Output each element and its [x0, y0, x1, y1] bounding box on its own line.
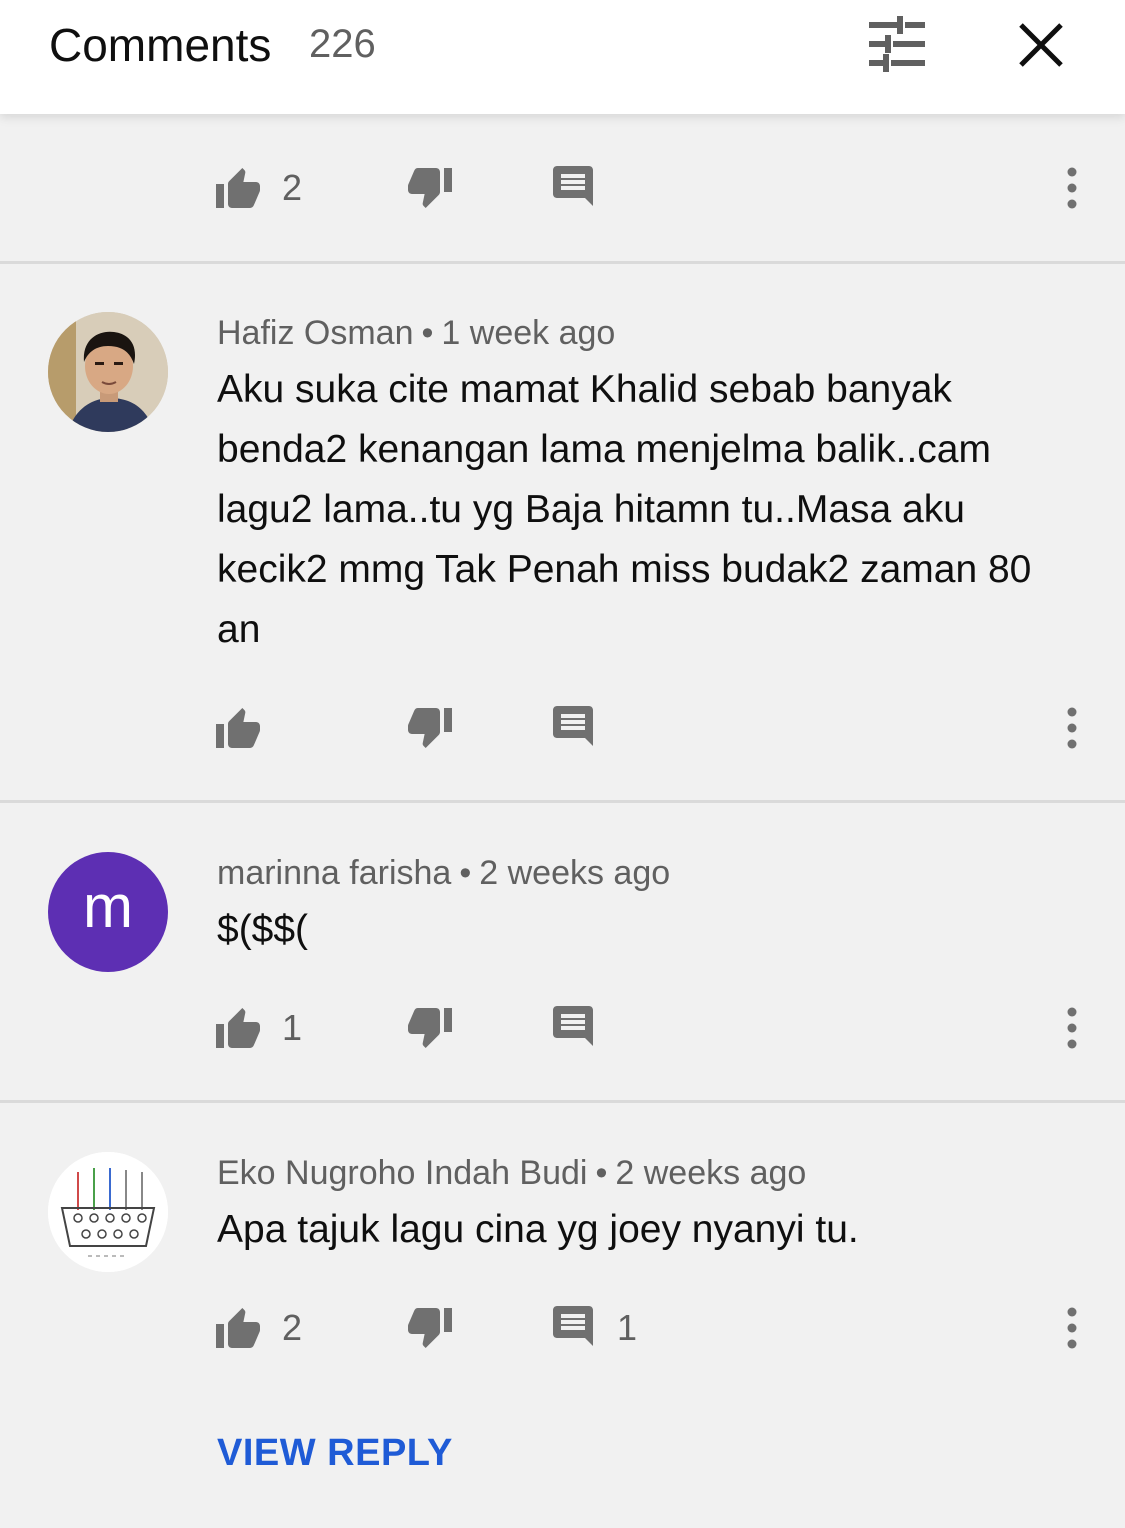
- comment-meta: Hafiz Osman • 1 week ago: [217, 314, 615, 353]
- comments-count: 226: [309, 22, 376, 66]
- dislike-button[interactable]: [406, 1298, 454, 1358]
- comment-actions: 1: [0, 998, 1125, 1058]
- like-button[interactable]: [214, 698, 282, 758]
- avatar[interactable]: [48, 1152, 168, 1272]
- more-vert-icon: [1067, 707, 1077, 749]
- more-options-button[interactable]: [1060, 698, 1084, 758]
- like-count: 1: [282, 1007, 303, 1048]
- separator-dot: •: [421, 314, 434, 352]
- comment-text: $($$(: [217, 908, 309, 951]
- thumbs-down-icon: [408, 1308, 452, 1348]
- reply-comment-icon: [553, 1006, 593, 1046]
- timestamp: 1 week ago: [441, 314, 616, 352]
- close-icon[interactable]: [1012, 18, 1070, 72]
- comments-header: Comments 226: [0, 0, 1125, 114]
- sort-filter-icon[interactable]: [865, 14, 929, 74]
- reply-comment-icon: [553, 706, 593, 746]
- thumbs-up-icon: [216, 1008, 260, 1048]
- dislike-button[interactable]: [406, 698, 454, 758]
- reply-button[interactable]: [553, 158, 597, 218]
- comment-actions: 2 1: [0, 1298, 1125, 1358]
- more-vert-icon: [1067, 1307, 1077, 1349]
- view-reply-link[interactable]: VIEW REPLY: [217, 1432, 453, 1475]
- comment-actions: 2: [0, 158, 1125, 218]
- thumbs-down-icon: [408, 708, 452, 748]
- thumbs-down-icon: [408, 1008, 452, 1048]
- reply-count: 1: [617, 1307, 638, 1348]
- comments-title: Comments: [49, 19, 272, 71]
- author-name[interactable]: marinna farisha: [217, 854, 451, 892]
- divider: [0, 800, 1125, 803]
- reply-comment-icon: [553, 1306, 593, 1346]
- separator-dot: •: [595, 1154, 608, 1192]
- like-count: 2: [282, 167, 303, 208]
- more-vert-icon: [1067, 167, 1077, 209]
- reply-button[interactable]: [553, 998, 617, 1058]
- thumbs-down-icon: [408, 168, 452, 208]
- avatar-letter: m: [83, 873, 133, 940]
- author-name[interactable]: Hafiz Osman: [217, 314, 414, 352]
- avatar[interactable]: [48, 312, 168, 432]
- reply-button[interactable]: [553, 698, 617, 758]
- reply-button[interactable]: 1: [553, 1298, 637, 1358]
- more-vert-icon: [1067, 1007, 1077, 1049]
- like-count: 2: [282, 1307, 303, 1348]
- more-options-button[interactable]: [1060, 1298, 1084, 1358]
- dislike-button[interactable]: [406, 998, 454, 1058]
- thumbs-up-icon: [216, 168, 260, 208]
- comment-meta: Eko Nugroho Indah Budi • 2 weeks ago: [217, 1154, 806, 1193]
- timestamp: 2 weeks ago: [615, 1154, 807, 1192]
- separator-dot: •: [459, 854, 472, 892]
- comment-actions: [0, 698, 1125, 758]
- like-button[interactable]: 2: [214, 158, 302, 218]
- comment-meta: marinna farisha • 2 weeks ago: [217, 854, 670, 893]
- thumbs-up-icon: [216, 708, 260, 748]
- user-photo-icon: [48, 312, 168, 432]
- more-options-button[interactable]: [1060, 998, 1084, 1058]
- comment-text: Apa tajuk lagu cina yg joey nyanyi tu.: [217, 1208, 859, 1251]
- more-options-button[interactable]: [1060, 158, 1084, 218]
- dislike-button[interactable]: [406, 158, 454, 218]
- divider: [0, 261, 1125, 264]
- like-button[interactable]: 2: [214, 1298, 302, 1358]
- reply-comment-icon: [553, 166, 593, 206]
- avatar[interactable]: m: [48, 852, 168, 972]
- comment-text: Aku suka cite mamat Khalid sebab banyak …: [217, 368, 1032, 651]
- like-button[interactable]: 1: [214, 998, 302, 1058]
- timestamp: 2 weeks ago: [479, 854, 671, 892]
- divider: [0, 1100, 1125, 1103]
- author-name[interactable]: Eko Nugroho Indah Budi: [217, 1154, 587, 1192]
- connector-diagram-icon: [48, 1152, 168, 1272]
- thumbs-up-icon: [216, 1308, 260, 1348]
